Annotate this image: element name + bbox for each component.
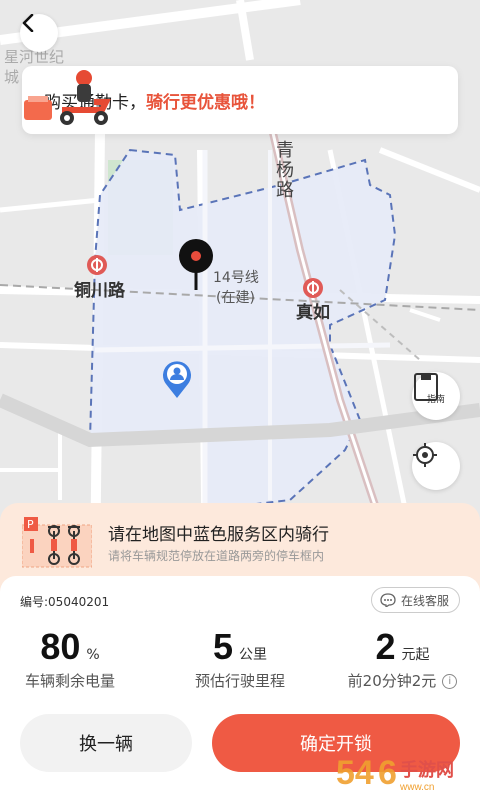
- notice-title: 请在地图中蓝色服务区内骑行: [108, 525, 329, 545]
- notice-subtitle: 请将车辆规范停放在道路两旁的停车框内: [108, 549, 325, 563]
- parking-bikes-icon: P: [22, 517, 92, 568]
- battery-stat: 80% 车辆剩余电量: [20, 626, 120, 691]
- site-watermark-logo: 54 6 手游网 www.cn: [336, 754, 454, 793]
- road-label: 青杨路: [273, 140, 294, 200]
- commuter-card-banner[interactable]: 购买通勤卡，骑行更优惠哦！: [22, 66, 458, 134]
- swap-bike-button[interactable]: 换一辆: [20, 714, 192, 772]
- bike-info-sheet: 编号:05040201 在线客服 80% 车辆剩余电量 5 公里 预估行驶里程 2…: [0, 576, 480, 800]
- back-button[interactable]: [20, 14, 58, 52]
- range-stat: 5 公里 预估行驶里程: [185, 626, 295, 691]
- online-service-label: 在线客服: [400, 593, 449, 608]
- stat-unit: 公里: [239, 647, 268, 663]
- info-icon[interactable]: i: [442, 674, 458, 689]
- chevron-left-icon: [22, 14, 34, 32]
- station-label-tongchuan: 铜川路: [74, 281, 125, 301]
- svg-text:P: P: [27, 518, 34, 531]
- stat-unit: 元起: [401, 647, 430, 663]
- svg-text:6: 6: [378, 754, 397, 792]
- chat-bubble-icon: [380, 593, 396, 607]
- parking-guide-label: 指南: [426, 395, 445, 405]
- parking-guide-button[interactable]: 指南: [412, 372, 460, 420]
- service-area: [88, 148, 397, 512]
- stat-unit: %: [86, 647, 100, 663]
- svg-text:手游网: 手游网: [400, 759, 454, 781]
- metro-line-status: (在建): [216, 290, 255, 306]
- crosshair-icon: [413, 443, 437, 467]
- bike-id: 编号:05040201: [20, 595, 110, 609]
- bike-stats: 80% 车辆剩余电量 5 公里 预估行驶里程 2 元起 前20分钟2元 i: [0, 626, 480, 696]
- stat-value: 2: [375, 626, 396, 667]
- stat-label: 前20分钟2元 i: [340, 670, 465, 691]
- scooter-rider-icon: [24, 70, 111, 125]
- station-label-zhenru: 真如: [296, 303, 330, 323]
- svg-text:54: 54: [336, 754, 374, 792]
- online-service-button[interactable]: 在线客服: [370, 587, 460, 613]
- stat-value: 5: [212, 626, 234, 667]
- svg-text:www.cn: www.cn: [399, 782, 434, 793]
- place-label: 城: [4, 68, 20, 86]
- stat-value: 80: [40, 626, 81, 667]
- stat-label: 预估行驶里程: [194, 672, 285, 690]
- metro-line-label: 14号线: [213, 270, 259, 286]
- map-view[interactable]: 星河世纪 城 青杨路 铜川路 真如 14号线 (在建) 购买通勤卡，骑行更优惠哦…: [0, 0, 480, 580]
- price-stat: 2 元起 前20分钟2元 i: [340, 626, 465, 691]
- stat-label: 车辆剩余电量: [24, 672, 115, 690]
- locate-me-button[interactable]: [412, 442, 460, 490]
